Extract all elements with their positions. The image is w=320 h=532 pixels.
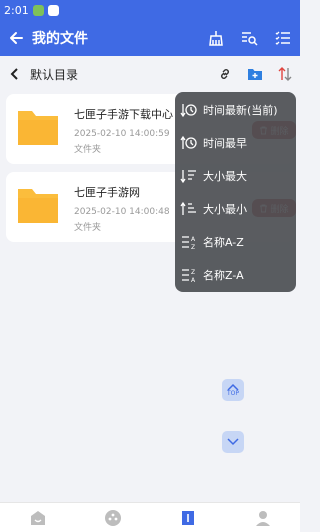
scroll-top-label: TOP <box>226 390 239 397</box>
search-list-icon <box>242 32 258 46</box>
svg-text:A: A <box>191 277 196 284</box>
svg-text:Z: Z <box>191 244 195 251</box>
back-button[interactable] <box>0 20 32 56</box>
file-manager-icon <box>181 510 194 525</box>
sort-option-label: 大小最大 <box>203 169 247 183</box>
nav-files[interactable] <box>150 503 225 532</box>
sort-option-time-newest[interactable]: 时间最新(当前) <box>175 93 296 126</box>
sort-size-smallest-icon <box>175 200 203 218</box>
chevron-down-icon <box>227 438 239 446</box>
svg-text:Z: Z <box>191 269 195 276</box>
nav-home[interactable] <box>0 503 75 532</box>
app-notification-icon <box>47 4 59 16</box>
broom-icon <box>209 31 223 46</box>
link-button[interactable] <box>210 56 240 92</box>
link-icon <box>221 69 229 79</box>
scroll-bottom-button[interactable] <box>222 431 244 453</box>
checklist-icon <box>275 31 290 45</box>
sort-option-name-az[interactable]: AZ 名称A-Z <box>175 225 296 258</box>
sort-option-name-za[interactable]: ZA 名称Z-A <box>175 258 296 291</box>
sort-option-label: 名称Z-A <box>203 268 244 282</box>
clean-button[interactable] <box>198 20 232 56</box>
app-notification-icon <box>32 4 44 16</box>
search-list-button[interactable] <box>232 20 266 56</box>
sort-menu: 时间最新(当前) 时间最早 大小最大 大小最小 AZ 名称A-Z ZA 名称Z-… <box>175 92 296 292</box>
sort-button[interactable] <box>270 56 300 92</box>
file-name: 七匣子手游下载中心 <box>74 108 173 121</box>
sort-option-label: 大小最小 <box>203 202 247 216</box>
gamepad-icon <box>104 509 121 526</box>
file-name: 七匣子手游网 <box>74 186 140 199</box>
folder-icon <box>18 189 58 223</box>
chevron-left-icon <box>10 68 18 80</box>
sort-size-largest-icon <box>175 167 203 185</box>
nav-profile[interactable] <box>225 503 300 532</box>
status-bar: 2:01 <box>0 0 300 20</box>
file-type: 文件夹 <box>74 145 102 155</box>
arrow-left-icon <box>10 32 23 44</box>
sort-icon <box>278 67 292 81</box>
folder-icon <box>18 111 58 145</box>
sort-option-label: 时间最新(当前) <box>203 103 278 117</box>
directory-bar: 默认目录 <box>0 56 300 92</box>
sort-option-label: 时间最早 <box>203 136 247 150</box>
sort-time-newest-icon <box>175 101 203 119</box>
sort-name-za-icon: ZA <box>175 266 203 284</box>
file-type: 文件夹 <box>74 223 102 233</box>
header-bar: 我的文件 <box>0 20 300 56</box>
svg-text:A: A <box>191 236 196 243</box>
status-time: 2:01 <box>4 3 29 17</box>
sort-name-az-icon: AZ <box>175 233 203 251</box>
sort-option-time-oldest[interactable]: 时间最早 <box>175 126 296 159</box>
directory-back-button[interactable] <box>0 56 30 92</box>
nav-games[interactable] <box>75 503 150 532</box>
home-icon <box>30 510 45 525</box>
user-icon <box>255 510 270 526</box>
scroll-top-button[interactable]: TOP <box>222 379 244 401</box>
sort-option-size-largest[interactable]: 大小最大 <box>175 159 296 192</box>
file-date: 2025-02-10 14:00:48 <box>74 207 170 217</box>
new-folder-button[interactable] <box>240 56 270 92</box>
folder-add-icon <box>248 69 262 80</box>
file-date: 2025-02-10 14:00:59 <box>74 129 170 139</box>
page-title: 我的文件 <box>32 31 88 47</box>
sort-option-size-smallest[interactable]: 大小最小 <box>175 192 296 225</box>
directory-label: 默认目录 <box>30 67 79 82</box>
bottom-nav <box>0 502 300 532</box>
list-menu-button[interactable] <box>266 20 300 56</box>
sort-time-oldest-icon <box>175 134 203 152</box>
sort-option-label: 名称A-Z <box>203 235 244 249</box>
